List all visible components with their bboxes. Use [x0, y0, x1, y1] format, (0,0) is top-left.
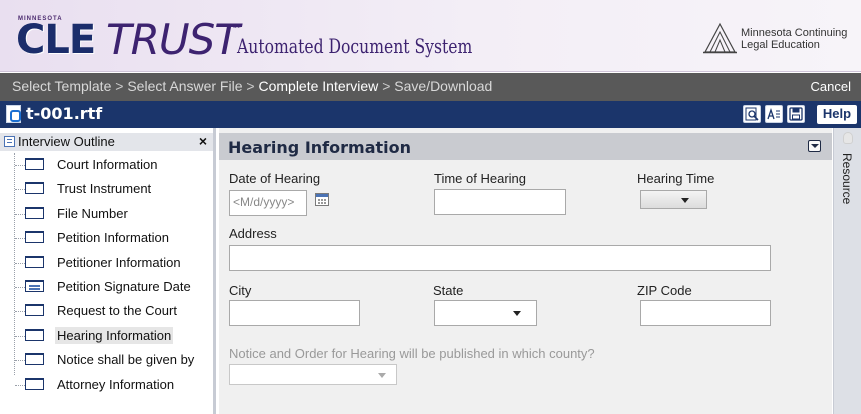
address-input[interactable]: [229, 245, 771, 271]
save-icon[interactable]: [787, 105, 805, 123]
breadcrumb-complete-interview: Complete Interview: [258, 78, 379, 94]
form-icon: [25, 304, 44, 317]
section-header: Hearing Information: [219, 133, 832, 160]
resource-label: Resource: [840, 153, 854, 205]
hearing-time-label: Hearing Time: [637, 171, 715, 186]
chevron-down-icon: [513, 311, 521, 316]
breadcrumb-bar: Select Template > Select Answer File > C…: [0, 73, 861, 101]
lightbulb-icon: [843, 132, 853, 144]
form-lines-icon: [25, 279, 44, 292]
county-question-label: Notice and Order for Hearing will be pub…: [229, 346, 595, 361]
form-icon: [25, 377, 44, 390]
outline-item-label: Trust Instrument: [57, 181, 152, 197]
interview-form: Hearing Information Date of Hearing <M/d…: [219, 128, 832, 414]
help-button[interactable]: Help: [817, 105, 857, 124]
calendar-icon[interactable]: [315, 193, 329, 206]
breadcrumb-separator: >: [115, 78, 128, 94]
city-label: City: [229, 283, 252, 298]
form-icon: [25, 328, 44, 341]
document-icon: [6, 105, 21, 123]
outline-icon: [4, 136, 15, 147]
outline-item-petition-signature-date[interactable]: Petition Signature Date: [10, 275, 210, 299]
county-select[interactable]: [229, 364, 397, 385]
form-icon: [25, 231, 44, 244]
date-of-hearing-input[interactable]: <M/d/yyyy>: [229, 190, 307, 216]
cancel-button[interactable]: Cancel: [811, 79, 851, 94]
zip-code-input[interactable]: [640, 300, 771, 326]
outline-item-label: File Number: [57, 205, 128, 221]
form-icon: [25, 206, 44, 219]
outline-item-petition-information[interactable]: Petition Information: [10, 226, 210, 250]
outline-item-label: Petitioner Information: [57, 254, 181, 270]
outline-tree: Court Information Trust Instrument File …: [10, 153, 210, 397]
breadcrumb-select-template[interactable]: Select Template: [12, 78, 111, 94]
address-label: Address: [229, 226, 277, 241]
city-input[interactable]: [229, 300, 360, 326]
breadcrumb-save-download[interactable]: Save/Download: [394, 78, 492, 94]
outline-item-label: Notice shall be given by: [57, 352, 195, 368]
document-filename: t-001.rtf: [26, 104, 103, 123]
outline-item-label: Request to the Court: [57, 303, 177, 319]
time-of-hearing-label: Time of Hearing: [434, 171, 526, 186]
form-icon: [25, 353, 44, 366]
text-format-icon[interactable]: [765, 105, 783, 123]
chevron-down-icon: [681, 198, 689, 203]
state-select[interactable]: [434, 300, 537, 326]
outline-item-attorney-information[interactable]: Attorney Information: [10, 373, 210, 397]
org-name: Minnesota Continuing Legal Education: [741, 27, 848, 51]
breadcrumb-separator: >: [246, 78, 259, 94]
outline-item-trust-instrument[interactable]: Trust Instrument: [10, 177, 210, 201]
document-title-bar: t-001.rtf Help: [0, 101, 861, 128]
collapse-section-icon[interactable]: [808, 140, 821, 152]
logo-cle: CLE: [16, 17, 96, 63]
form-icon: [25, 182, 44, 195]
outline-item-file-number[interactable]: File Number: [10, 202, 210, 226]
date-of-hearing-label: Date of Hearing: [229, 171, 321, 186]
outline-item-notice-shall-be-given-by[interactable]: Notice shall be given by: [10, 348, 210, 372]
state-label: State: [433, 283, 464, 298]
outline-item-label: Court Information: [57, 157, 158, 172]
breadcrumb: Select Template > Select Answer File > C…: [12, 78, 492, 94]
preview-icon[interactable]: [743, 105, 761, 123]
form-icon: [25, 255, 44, 268]
outline-item-label: Petition Information: [57, 230, 170, 246]
outline-item-label: Petition Signature Date: [57, 278, 191, 294]
resource-panel-tab[interactable]: Resource: [833, 128, 861, 414]
outline-item-request-to-the-court[interactable]: Request to the Court: [10, 299, 210, 323]
logo-trust: TRUST: [106, 15, 240, 64]
hearing-time-select[interactable]: [640, 190, 707, 209]
outline-header: Interview Outline ×: [0, 133, 213, 151]
zip-code-label: ZIP Code: [637, 283, 692, 298]
outline-item-label: Hearing Information: [55, 326, 174, 344]
interview-outline-panel: Interview Outline × Court Information Tr…: [0, 128, 216, 414]
org-logo-icon: [703, 22, 737, 54]
outline-item-hearing-information[interactable]: Hearing Information: [10, 324, 210, 348]
outline-item-label: Attorney Information: [57, 376, 175, 392]
breadcrumb-separator: >: [382, 78, 395, 94]
logo-service-mark: SM: [233, 24, 241, 30]
section-title: Hearing Information: [228, 138, 411, 157]
chevron-down-icon: [378, 373, 386, 378]
form-icon: [25, 158, 44, 170]
app-banner: MINNESOTA CLE TRUST SM Automated Documen…: [0, 0, 861, 72]
outline-title: Interview Outline: [18, 134, 115, 149]
close-icon[interactable]: ×: [199, 133, 207, 149]
breadcrumb-select-answer-file[interactable]: Select Answer File: [127, 78, 242, 94]
outline-item-court-information[interactable]: Court Information: [10, 153, 210, 177]
app-subtitle: Automated Document System: [237, 34, 473, 58]
time-of-hearing-input[interactable]: [434, 189, 566, 215]
outline-item-petitioner-information[interactable]: Petitioner Information: [10, 251, 210, 275]
